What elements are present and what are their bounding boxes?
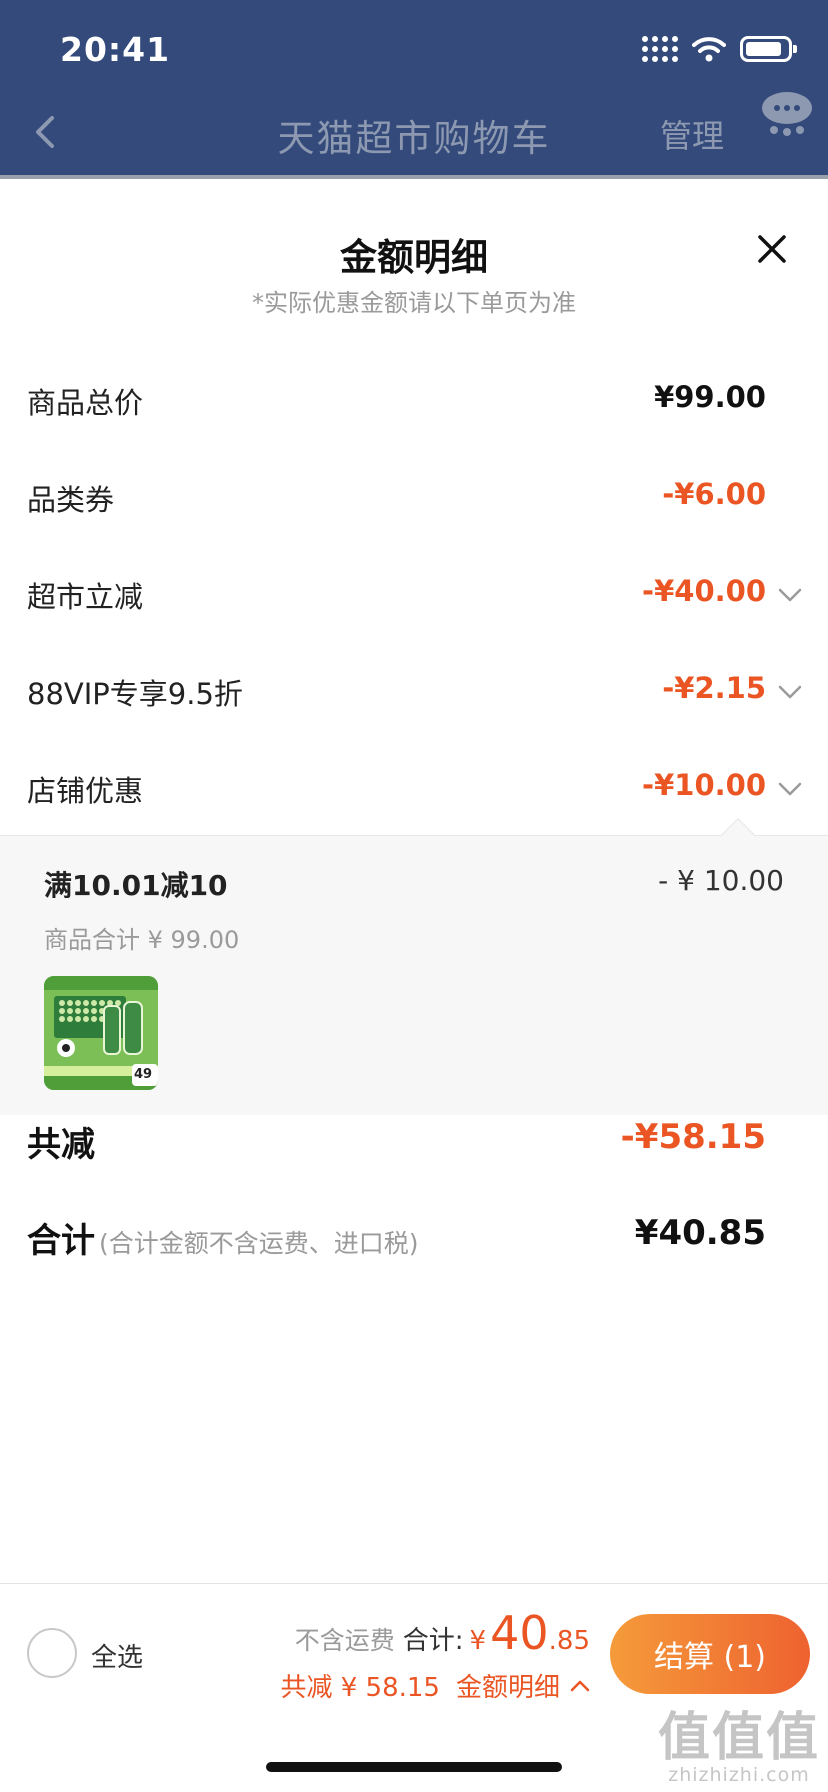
- cellular-signal-icon: [642, 36, 678, 62]
- panel-pointer: [721, 818, 755, 852]
- row-label: 88VIP专享9.5折: [27, 677, 243, 711]
- promo-amount: - ¥ 10.00: [658, 864, 784, 897]
- details-label: 金额明细: [455, 1673, 560, 1703]
- row-label: 商品总价: [27, 386, 144, 420]
- total-discount-value: -¥58.15: [620, 1117, 766, 1157]
- chevron-down-icon[interactable]: [778, 588, 802, 602]
- product-thumbnail[interactable]: 49: [44, 976, 158, 1090]
- row-vip-discount[interactable]: 88VIP专享9.5折 -¥2.15: [0, 663, 828, 723]
- cart-header: 20:41 天猫超市购物车 管理: [0, 0, 828, 178]
- select-all-radio[interactable]: [27, 1628, 77, 1678]
- grand-total-label: 合计: [27, 1221, 95, 1261]
- row-store-discount[interactable]: 店铺优惠 -¥10.00: [0, 760, 828, 820]
- row-category-coupon: 品类券 -¥6.00: [0, 469, 828, 529]
- status-time: 20:41: [60, 30, 171, 69]
- chevron-down-icon[interactable]: [778, 782, 802, 796]
- status-icons: [642, 34, 797, 64]
- row-value: ¥99.00: [654, 380, 766, 414]
- grand-total-label-group: 合计 (合计金额不含运费、进口税): [27, 1213, 419, 1262]
- select-all-label[interactable]: 全选: [91, 1637, 143, 1674]
- chat-bubble-icon[interactable]: [760, 90, 814, 138]
- amount-details-sheet: 金额明细 *实际优惠金额请以下单页为准 商品总价 ¥99.00 品类券 -¥6.…: [0, 179, 828, 1792]
- sheet-subtitle: *实际优惠金额请以下单页为准: [252, 289, 576, 317]
- thumb-price: 49: [134, 1067, 153, 1082]
- wifi-icon: [692, 37, 726, 62]
- store-discount-panel: 满10.01减10 - ¥ 10.00 商品合计 ¥ 99.00 49: [0, 818, 828, 1115]
- watermark: 值值值 zhizhizhi.com: [658, 1712, 820, 1786]
- grand-total-value: ¥40.85: [634, 1213, 766, 1253]
- grand-total-note: (合计金额不含运费、进口税): [99, 1229, 419, 1258]
- home-indicator[interactable]: [266, 1762, 562, 1772]
- row-supermarket-discount[interactable]: 超市立减 -¥40.00: [0, 566, 828, 626]
- discount-text: 共减 ¥ 58.15: [280, 1673, 440, 1703]
- discount-summary: 共减 ¥ 58.15 金额明细: [280, 1667, 590, 1704]
- total-prefix: 合计:: [402, 1626, 464, 1656]
- total-discount-label: 共减: [27, 1125, 95, 1165]
- row-value: -¥10.00: [642, 768, 766, 802]
- row-value: -¥2.15: [662, 671, 766, 705]
- total-price-decimal: .85: [548, 1626, 590, 1656]
- amount-details-toggle[interactable]: 金额明细: [456, 1667, 590, 1704]
- row-label: 店铺优惠: [27, 774, 144, 808]
- chevron-down-icon[interactable]: [778, 685, 802, 699]
- watermark-logo: 值值值: [657, 1708, 820, 1768]
- chevron-up-icon: [570, 1680, 590, 1691]
- total-summary: 不含运费 合计: ¥ 40 .85: [295, 1606, 590, 1660]
- sheet-title: 金额明细: [340, 236, 488, 279]
- row-value: -¥6.00: [662, 477, 766, 511]
- watermark-url: zhizhizhi.com: [668, 1764, 810, 1786]
- row-value: -¥40.00: [642, 574, 766, 608]
- checkout-button[interactable]: 结算 (1): [610, 1614, 810, 1694]
- currency-symbol: ¥: [469, 1626, 487, 1656]
- shipping-note: 不含运费: [294, 1626, 395, 1655]
- row-label: 超市立减: [27, 580, 144, 614]
- total-price-integer: 40: [490, 1606, 549, 1660]
- manage-button[interactable]: 管理: [660, 111, 724, 157]
- close-icon[interactable]: [752, 229, 792, 269]
- promo-subtotal: 商品合计 ¥ 99.00: [44, 926, 240, 954]
- row-goods-total: 商品总价 ¥99.00: [0, 372, 828, 432]
- row-label: 品类券: [27, 483, 115, 517]
- battery-icon: [740, 36, 797, 62]
- promo-name: 满10.01减10: [44, 869, 228, 902]
